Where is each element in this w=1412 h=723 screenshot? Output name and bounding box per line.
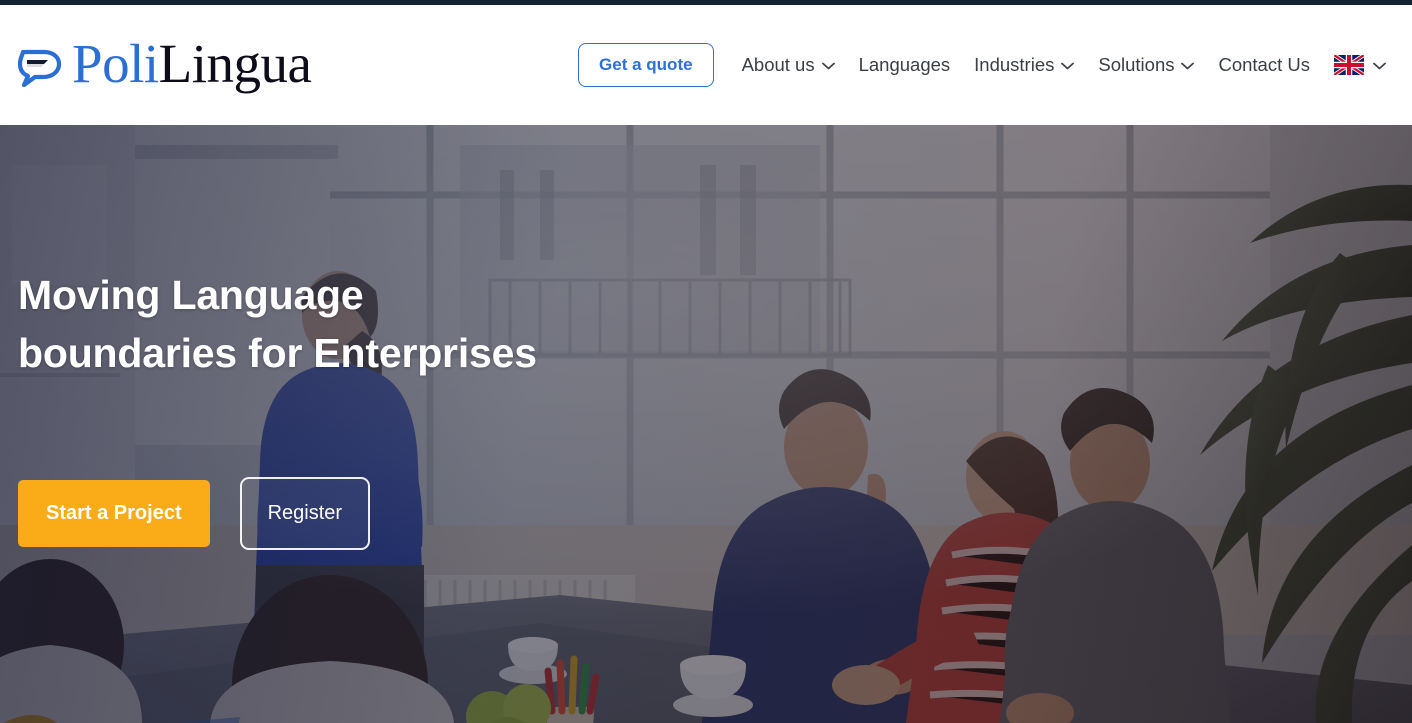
register-button[interactable]: Register: [239, 477, 371, 551]
hero-headline: Moving Language boundaries for Enterpris…: [18, 266, 638, 382]
brand-name-part2: Lingua: [158, 32, 312, 94]
speech-arrow-icon: [18, 49, 62, 87]
language-selector[interactable]: [1322, 43, 1390, 87]
main-navigation: Get a quote About us Languages Industrie…: [578, 43, 1390, 87]
hero-headline-line2: boundaries for Enterprises: [18, 330, 537, 376]
nav-item-languages[interactable]: Languages: [847, 43, 963, 87]
nav-item-about-us[interactable]: About us: [730, 43, 847, 87]
get-a-quote-button[interactable]: Get a quote: [578, 43, 714, 87]
nav-item-label: About us: [741, 54, 815, 75]
nav-item-industries[interactable]: Industries: [962, 43, 1086, 87]
brand-name-part1: Poli: [72, 32, 159, 94]
brand-logo[interactable]: PoliLingua: [18, 32, 312, 94]
nav-item-solutions[interactable]: Solutions: [1086, 43, 1206, 87]
nav-item-contact-us[interactable]: Contact Us: [1206, 43, 1322, 87]
hero-cta-group: Start a Project Register: [18, 477, 718, 551]
nav-item-label: Languages: [858, 54, 951, 75]
nav-item-label: Contact Us: [1218, 54, 1310, 75]
chevron-down-icon: [821, 62, 835, 70]
hero-section: Moving Language boundaries for Enterpris…: [0, 125, 1412, 723]
chevron-down-icon: [1181, 62, 1195, 70]
nav-item-label: Solutions: [1098, 54, 1175, 75]
hero-headline-line1: Moving Language: [18, 271, 364, 318]
brand-wordmark: PoliLingua: [72, 32, 312, 94]
nav-item-label: Industries: [974, 54, 1055, 75]
hero-content: Moving Language boundaries for Enterpris…: [18, 125, 718, 723]
start-a-project-button[interactable]: Start a Project: [18, 480, 210, 548]
chevron-down-icon: [1061, 62, 1075, 70]
uk-flag-icon: [1334, 55, 1364, 75]
chevron-down-icon: [1373, 62, 1386, 70]
site-header: PoliLingua Get a quote About us Language…: [0, 5, 1412, 125]
